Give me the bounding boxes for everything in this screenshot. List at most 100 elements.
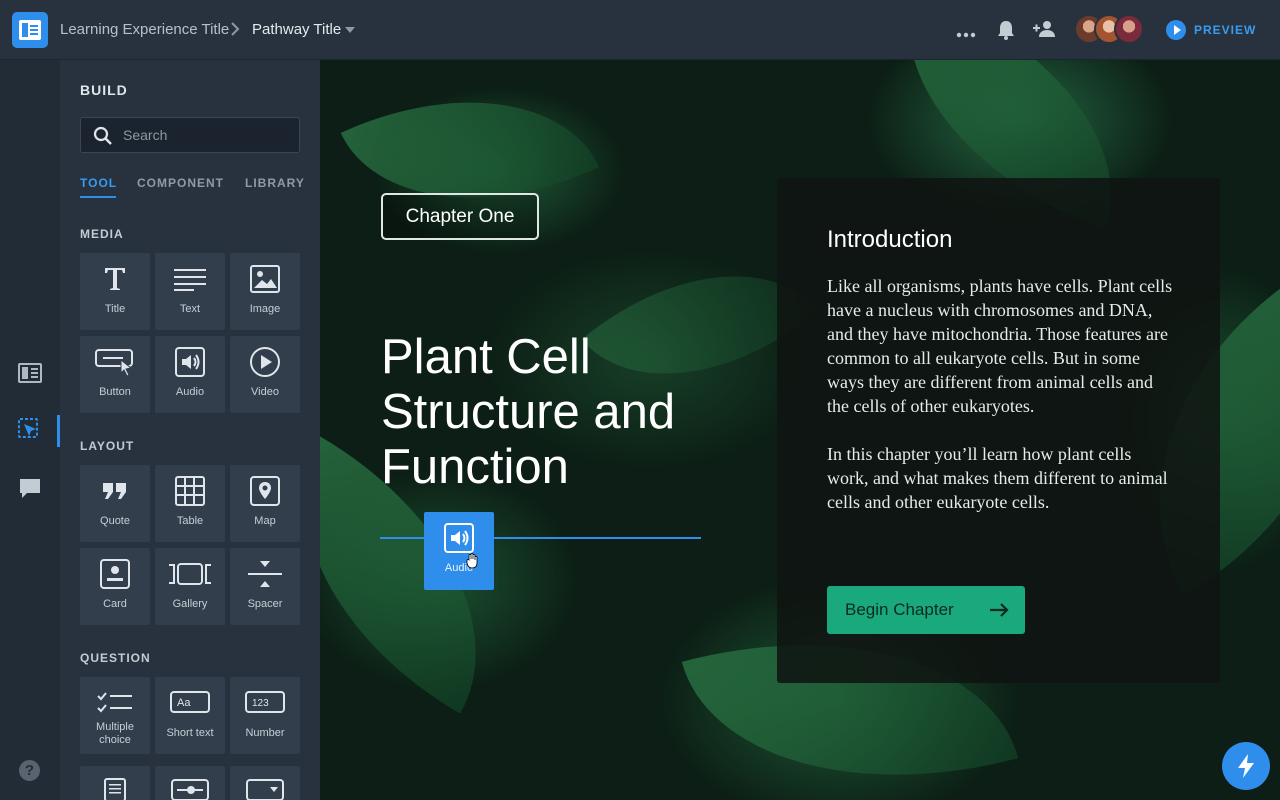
short-text-icon-text: Aa [177,697,191,709]
introduction-paragraph: In this chapter you’ll learn how plant c… [827,444,1168,512]
tool-tile-card[interactable]: Card [80,548,150,625]
page-title[interactable]: Plant Cell Structure and Function [381,330,741,495]
begin-chapter-label: Begin Chapter [845,600,954,619]
preview-button[interactable]: PREVIEW [1166,20,1256,40]
gallery-icon [155,558,225,590]
tile-label: Text [179,303,201,315]
card-icon [80,558,150,590]
top-bar: Learning Experience Title Pathway Title … [0,0,1280,60]
search-input[interactable] [123,118,293,152]
tool-tile-long-text[interactable] [80,766,150,800]
tab-tool[interactable]: TOOL [80,176,117,190]
number-icon-text: 123 [252,698,269,709]
avatar[interactable] [1114,14,1144,44]
tool-tile-table[interactable]: Table [155,465,225,542]
tool-tile-audio[interactable]: Audio [155,336,225,413]
tile-label: Audio [175,386,205,398]
introduction-paragraph: Like all organisms, plants have cells. P… [827,276,1173,416]
bell-icon[interactable] [996,19,1016,46]
tile-label: Video [251,386,279,398]
tool-tile-button[interactable]: Button [80,336,150,413]
tool-tile-text[interactable]: Text [155,253,225,330]
left-rail: ? [0,60,60,800]
section-label-question: QUESTION [80,651,151,665]
breadcrumb-pathway[interactable]: Pathway Title [252,21,341,38]
dragging-audio-tile[interactable]: Audio [424,512,494,590]
tab-library[interactable]: LIBRARY [245,176,305,190]
play-icon [1166,20,1186,40]
tool-tile-gallery[interactable]: Gallery [155,548,225,625]
image-icon [230,263,300,295]
tool-tile-map[interactable]: Map [230,465,300,542]
tile-label: Title [104,303,126,315]
tile-label: Image [249,303,281,315]
begin-chapter-button[interactable]: Begin Chapter [827,586,1025,634]
collaborator-avatars[interactable] [1074,14,1146,46]
preview-label: PREVIEW [1194,23,1257,37]
section-label-layout: LAYOUT [80,439,135,453]
chapter-tag[interactable]: Chapter One [381,193,539,240]
slider-icon [155,778,225,800]
tile-label: Gallery [172,598,208,610]
more-options-icon[interactable] [956,26,976,44]
tool-tile-quote[interactable]: Quote [80,465,150,542]
help-icon[interactable]: ? [19,760,40,781]
search-icon [93,126,112,145]
tile-label: Spacer [247,598,283,610]
title-icon [80,263,150,295]
lightning-icon [1238,754,1254,778]
button-cursor-icon [80,346,150,378]
map-pin-icon [230,475,300,507]
spacer-icon [230,558,300,590]
build-panel: BUILD TOOL COMPONENT LIBRARY MEDIA Title… [60,60,320,800]
search-field[interactable] [80,117,300,153]
panel-title: BUILD [80,82,128,98]
chevron-right-icon [230,21,240,42]
number-icon: 123 [230,687,300,719]
long-text-icon [80,778,150,800]
tile-label: Audio [444,562,474,574]
speaker-icon [155,346,225,378]
tool-tile-title[interactable]: Title [80,253,150,330]
tab-active-underline [80,196,116,198]
tab-component[interactable]: COMPONENT [137,176,224,190]
text-lines-icon [155,263,225,295]
short-text-icon: Aa [155,687,225,719]
caret-down-icon[interactable] [345,27,355,33]
tool-tile-dropdown[interactable] [230,766,300,800]
tile-label: Number [245,727,285,739]
outline-panel-icon[interactable] [18,363,42,388]
introduction-heading[interactable]: Introduction [827,226,952,254]
build-tool-icon[interactable] [18,418,42,447]
introduction-body[interactable]: Like all organisms, plants have cells. P… [827,274,1177,514]
breadcrumb-learning-experience[interactable]: Learning Experience Title [60,21,229,38]
quick-actions-button[interactable] [1222,742,1270,790]
tool-tile-image[interactable]: Image [230,253,300,330]
tool-tile-short-text[interactable]: Aa Short text [155,677,225,754]
section-label-media: MEDIA [80,227,124,241]
tile-label: Short text [166,727,214,739]
tile-label: Card [103,598,127,610]
table-grid-icon [155,475,225,507]
checklist-icon [80,687,150,719]
page-canvas: Chapter One Plant Cell Structure and Fun… [320,60,1280,800]
tile-label: Multiple choice [96,721,134,746]
grab-hand-cursor-icon [466,553,480,574]
tool-tile-multiple-choice[interactable]: Multiple choice [80,677,150,754]
arrow-right-icon [990,603,1009,617]
tool-tile-video[interactable]: Video [230,336,300,413]
tool-tile-number[interactable]: 123 Number [230,677,300,754]
tile-label: Table [176,515,204,527]
quote-icon [80,475,150,507]
tool-tile-spacer[interactable]: Spacer [230,548,300,625]
panel-tabs: TOOL COMPONENT LIBRARY [80,176,304,198]
tile-label: Map [254,515,276,527]
tile-label: Quote [100,515,130,527]
tool-tile-slider[interactable] [155,766,225,800]
people-icon[interactable] [1032,20,1058,43]
dropdown-icon [230,778,300,800]
app-logo-icon[interactable] [12,12,48,48]
comments-icon[interactable] [18,477,42,504]
tile-label: Button [99,386,131,398]
introduction-card: Introduction Like all organisms, plants … [777,178,1220,683]
